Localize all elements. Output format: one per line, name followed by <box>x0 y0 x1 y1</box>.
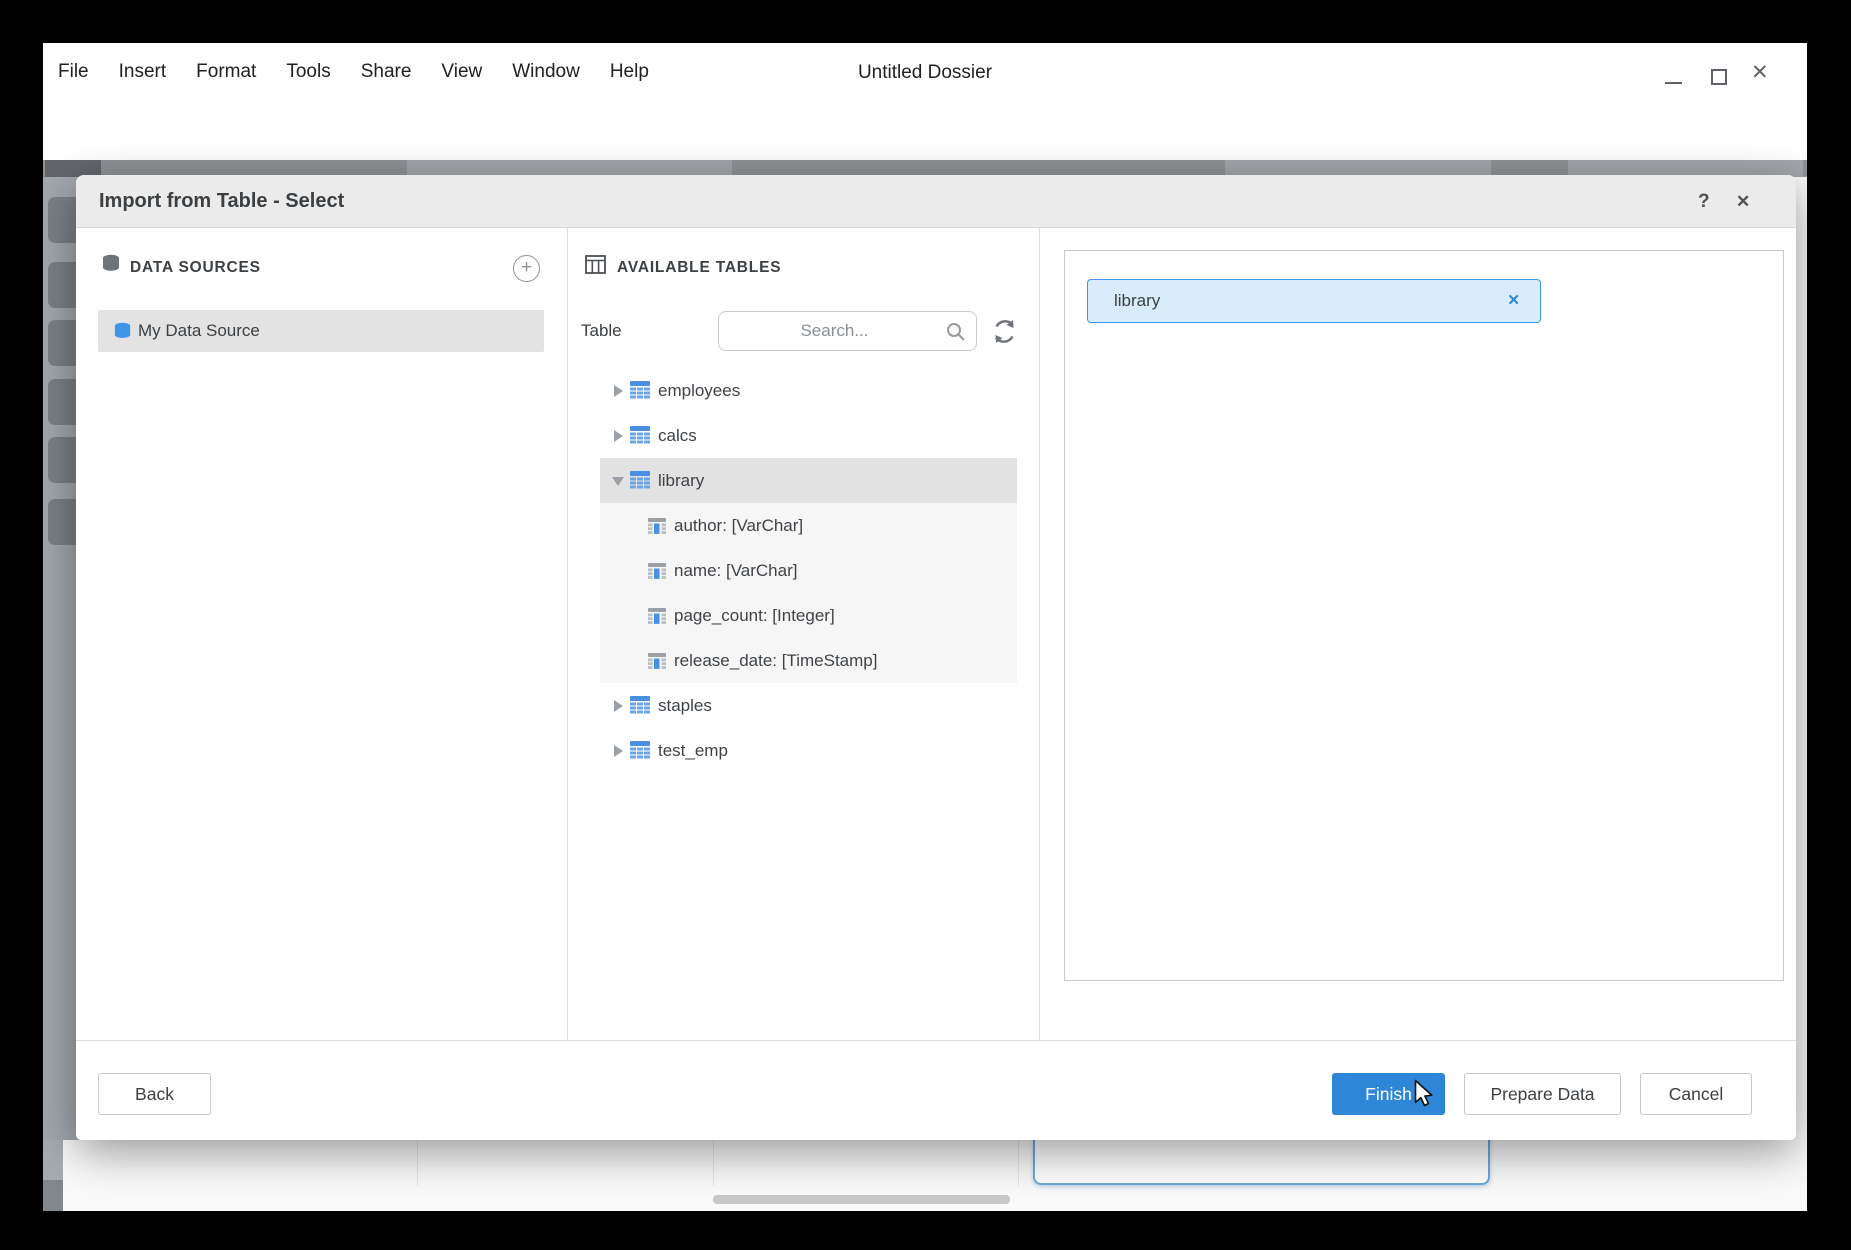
panel-divider <box>567 228 568 1040</box>
background-vertical-scrollbar <box>43 1180 63 1211</box>
dialog-footer: Back Finish Prepare Data Cancel <box>76 1040 1796 1140</box>
selected-tables-panel: library ✕ <box>1064 250 1784 981</box>
data-source-label: My Data Source <box>138 321 260 341</box>
dialog-title: Import from Table - Select <box>99 175 344 228</box>
menu-view[interactable]: View <box>441 61 482 83</box>
tree-item-column[interactable]: release_date: [TimeStamp] <box>600 638 1017 683</box>
column-icon <box>648 653 666 669</box>
background-horizontal-scrollbar <box>713 1195 1010 1204</box>
add-data-source-button[interactable]: + <box>513 255 540 282</box>
chip-label: library <box>1114 280 1160 322</box>
data-source-item-my-data-source[interactable]: My Data Source <box>98 310 544 352</box>
tree-item-table[interactable]: staples <box>600 683 1017 728</box>
column-icon <box>648 518 666 534</box>
screen: File Insert Format Tools Share View Wind… <box>0 0 1851 1250</box>
back-button[interactable]: Back <box>98 1073 211 1115</box>
maximize-icon[interactable] <box>1711 69 1727 85</box>
column-icon <box>648 608 666 624</box>
available-tables-header: AVAILABLE TABLES <box>617 259 781 277</box>
tree-item-table-selected[interactable]: library <box>600 458 1017 503</box>
menu-file[interactable]: File <box>58 61 89 83</box>
close-dialog-icon[interactable]: ✕ <box>1736 175 1750 228</box>
table-icon <box>630 426 650 444</box>
data-sources-header: DATA SOURCES <box>130 259 261 277</box>
table-icon <box>630 696 650 714</box>
table-search-box <box>718 311 977 351</box>
caret-right-icon[interactable] <box>614 385 623 397</box>
tree-item-table[interactable]: calcs <box>600 413 1017 458</box>
panel-divider <box>1039 228 1040 1040</box>
menu-bar: File Insert Format Tools Share View Wind… <box>43 43 1807 100</box>
menu-window[interactable]: Window <box>512 61 580 83</box>
column-icon <box>648 563 666 579</box>
table-label: Table <box>581 321 622 341</box>
database-icon <box>112 321 133 342</box>
search-input[interactable] <box>727 312 942 350</box>
cancel-button[interactable]: Cancel <box>1640 1073 1752 1115</box>
mouse-cursor-icon <box>1408 1078 1438 1108</box>
tables-tree: employees calcs library author: [VarChar… <box>600 368 1017 773</box>
dialog-header: Import from Table - Select ? ✕ <box>76 175 1796 228</box>
toolbar: ⌄ T < > HTML <box>43 100 1807 160</box>
data-sources-icon <box>100 253 122 275</box>
selected-table-chip: library ✕ <box>1087 279 1541 323</box>
menu-format[interactable]: Format <box>196 61 256 83</box>
tree-item-table[interactable]: employees <box>600 368 1017 413</box>
remove-table-icon[interactable]: ✕ <box>1507 280 1520 322</box>
available-tables-icon <box>585 255 606 274</box>
app-window: File Insert Format Tools Share View Wind… <box>43 43 1807 1211</box>
menu-insert[interactable]: Insert <box>119 61 167 83</box>
caret-right-icon[interactable] <box>614 700 623 712</box>
menu-tools[interactable]: Tools <box>286 61 330 83</box>
tree-item-column[interactable]: page_count: [Integer] <box>600 593 1017 638</box>
minimize-icon[interactable] <box>1665 82 1682 84</box>
table-icon <box>630 741 650 759</box>
search-icon[interactable] <box>945 321 967 343</box>
menu-share[interactable]: Share <box>361 61 412 83</box>
table-icon <box>630 471 650 489</box>
prepare-data-button[interactable]: Prepare Data <box>1464 1073 1621 1115</box>
help-icon[interactable]: ? <box>1698 175 1710 228</box>
refresh-tables-icon[interactable] <box>988 315 1021 348</box>
tree-item-table[interactable]: test_emp <box>600 728 1017 773</box>
menu-help[interactable]: Help <box>610 61 649 83</box>
caret-right-icon[interactable] <box>614 745 623 757</box>
import-from-table-dialog: Import from Table - Select ? ✕ DATA SOUR… <box>76 175 1796 1140</box>
tree-item-column[interactable]: author: [VarChar] <box>600 503 1017 548</box>
tree-item-column[interactable]: name: [VarChar] <box>600 548 1017 593</box>
close-window-icon[interactable]: ✕ <box>1751 59 1769 87</box>
caret-down-icon[interactable] <box>612 477 624 486</box>
table-icon <box>630 381 650 399</box>
caret-right-icon[interactable] <box>614 430 623 442</box>
